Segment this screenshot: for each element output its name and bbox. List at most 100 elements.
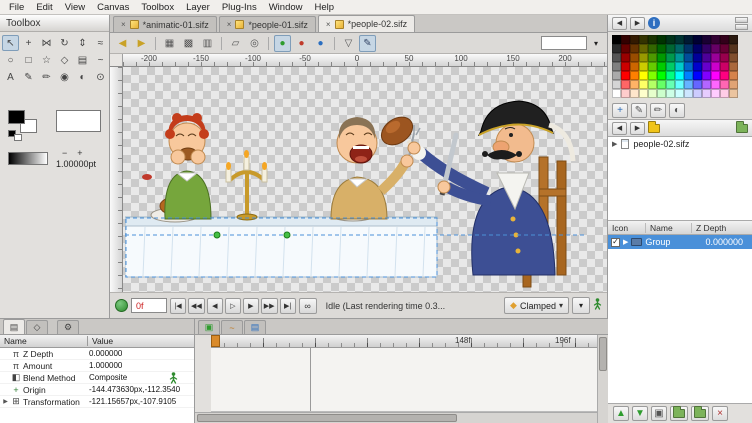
palette-swatch[interactable] bbox=[711, 71, 720, 80]
palette-forward-button[interactable]: ▶ bbox=[630, 17, 645, 30]
palette-swatch[interactable] bbox=[612, 53, 621, 62]
palette-swatch[interactable] bbox=[657, 80, 666, 89]
palette-swatch[interactable] bbox=[621, 62, 630, 71]
menu-item-edit[interactable]: Edit bbox=[30, 1, 58, 14]
param-row-amount[interactable]: π Amount 1.000000 bbox=[0, 360, 194, 372]
menu-item-layer[interactable]: Layer bbox=[180, 1, 216, 14]
palette-swatch[interactable] bbox=[720, 80, 729, 89]
draw-tool[interactable]: ✎ bbox=[20, 69, 37, 85]
palette-swatch[interactable] bbox=[693, 44, 702, 53]
palette-swatch[interactable] bbox=[657, 62, 666, 71]
smooth-move-tool[interactable]: + bbox=[20, 35, 37, 51]
draw-mode-button[interactable]: ✎ bbox=[359, 35, 376, 52]
palette-swatch[interactable] bbox=[684, 62, 693, 71]
palette-swatch[interactable] bbox=[729, 44, 738, 53]
params-column-value[interactable]: Value bbox=[88, 336, 194, 346]
palette-swatch[interactable] bbox=[666, 35, 675, 44]
current-time-field[interactable]: 0f bbox=[131, 298, 167, 313]
palette-swatch[interactable] bbox=[666, 71, 675, 80]
spline-tool[interactable]: ~ bbox=[92, 52, 109, 68]
vertical-ruler[interactable] bbox=[110, 67, 123, 292]
circle-tool[interactable]: ○ bbox=[2, 52, 19, 68]
param-value[interactable]: 1.000000 bbox=[89, 361, 194, 370]
render-button[interactable]: ● bbox=[293, 35, 310, 52]
fg-bg-color-widget[interactable] bbox=[8, 110, 44, 140]
loop-button[interactable]: ∞ bbox=[299, 298, 317, 314]
palette-swatch[interactable] bbox=[675, 62, 684, 71]
palette-swatch[interactable] bbox=[648, 44, 657, 53]
canvas-option-input[interactable] bbox=[541, 36, 587, 50]
fill-tool[interactable]: ◉ bbox=[56, 69, 73, 85]
palette-swatch[interactable] bbox=[711, 80, 720, 89]
reset-colors-icon[interactable] bbox=[14, 134, 22, 141]
palette-swatch[interactable] bbox=[612, 44, 621, 53]
palette-swatch[interactable] bbox=[702, 89, 711, 98]
palette-swatch[interactable] bbox=[657, 89, 666, 98]
polygon-tool[interactable]: ◇ bbox=[56, 52, 73, 68]
low-res-button[interactable]: ▱ bbox=[227, 35, 244, 52]
params-column-name[interactable]: Name bbox=[0, 336, 88, 346]
rotate-tool[interactable]: ↻ bbox=[56, 35, 73, 51]
palette-swatch[interactable] bbox=[684, 71, 693, 80]
timetrack-body[interactable] bbox=[211, 348, 597, 412]
palette-swatch[interactable] bbox=[630, 53, 639, 62]
chevron-down-icon[interactable]: ▾ bbox=[589, 36, 603, 51]
palette-swatch[interactable] bbox=[720, 53, 729, 62]
palette-swatch[interactable] bbox=[711, 53, 720, 62]
delete-layer-button[interactable]: × bbox=[712, 406, 728, 421]
timetrack-vscrollbar[interactable] bbox=[597, 335, 608, 423]
open-folder-icon[interactable] bbox=[736, 124, 748, 133]
palette-swatch[interactable] bbox=[711, 44, 720, 53]
timetrack-ruler[interactable]: 148f196f bbox=[211, 335, 597, 348]
palette-swatch[interactable] bbox=[675, 71, 684, 80]
palette-swatch[interactable] bbox=[657, 35, 666, 44]
panel-collapse-button[interactable] bbox=[735, 24, 748, 30]
palette-swatch[interactable] bbox=[675, 80, 684, 89]
add-color-button[interactable]: + bbox=[612, 103, 628, 118]
palette-swatch[interactable] bbox=[720, 89, 729, 98]
hscrollbar-thumb[interactable] bbox=[197, 414, 457, 422]
palette-swatch[interactable] bbox=[657, 71, 666, 80]
palette-swatch[interactable] bbox=[684, 35, 693, 44]
menu-item-file[interactable]: File bbox=[3, 1, 30, 14]
grid-show-button[interactable]: ▦ bbox=[161, 35, 178, 52]
horizontal-ruler[interactable]: -200-150-100-50050100150200 bbox=[123, 54, 607, 67]
param-row-origin[interactable]: + Origin -144.473630px,-112.3540 bbox=[0, 384, 194, 396]
panel-expand-button[interactable] bbox=[735, 17, 748, 23]
files-back-button[interactable]: ◀ bbox=[612, 122, 627, 135]
folder-icon[interactable] bbox=[648, 124, 660, 133]
param-value[interactable]: 0.000000 bbox=[89, 349, 194, 358]
palette-swatch[interactable] bbox=[612, 35, 621, 44]
time-loop-icon[interactable] bbox=[115, 299, 128, 312]
layer-visibility-checkbox[interactable]: ✓ bbox=[611, 238, 620, 247]
tab-curves[interactable]: ~ bbox=[221, 320, 243, 334]
palette-swatch[interactable] bbox=[630, 62, 639, 71]
palette-swatch[interactable] bbox=[639, 44, 648, 53]
group-button[interactable]: ▣ bbox=[651, 406, 667, 421]
guides-button[interactable]: ▥ bbox=[199, 35, 216, 52]
expander-icon[interactable]: ▶ bbox=[623, 238, 628, 246]
palette-swatch[interactable] bbox=[684, 80, 693, 89]
palette-swatch[interactable] bbox=[693, 53, 702, 62]
palette-swatch[interactable] bbox=[621, 89, 630, 98]
menu-item-window[interactable]: Window bbox=[263, 1, 309, 14]
palette-swatch[interactable] bbox=[666, 62, 675, 71]
seek-begin-button[interactable]: |◀ bbox=[170, 298, 186, 314]
time-cursor[interactable] bbox=[211, 335, 220, 347]
close-icon[interactable]: × bbox=[227, 20, 232, 29]
layers-column-icon[interactable]: Icon bbox=[608, 223, 646, 233]
palette-swatch[interactable] bbox=[639, 89, 648, 98]
palette-swatch[interactable] bbox=[693, 62, 702, 71]
open-group-button[interactable] bbox=[691, 406, 709, 421]
new-group-button[interactable] bbox=[670, 406, 688, 421]
palette-swatch[interactable] bbox=[621, 80, 630, 89]
star-tool[interactable]: ☆ bbox=[38, 52, 55, 68]
menu-item-toolbox[interactable]: Toolbox bbox=[135, 1, 180, 14]
width-increase-button[interactable]: + bbox=[77, 148, 82, 158]
palette-swatch[interactable] bbox=[639, 62, 648, 71]
palette-swatch[interactable] bbox=[675, 35, 684, 44]
tab-library[interactable]: ⚙ bbox=[57, 320, 79, 334]
onion-skin-button[interactable]: ◎ bbox=[246, 35, 263, 52]
close-icon[interactable]: × bbox=[326, 20, 331, 29]
palette-swatch[interactable] bbox=[675, 44, 684, 53]
